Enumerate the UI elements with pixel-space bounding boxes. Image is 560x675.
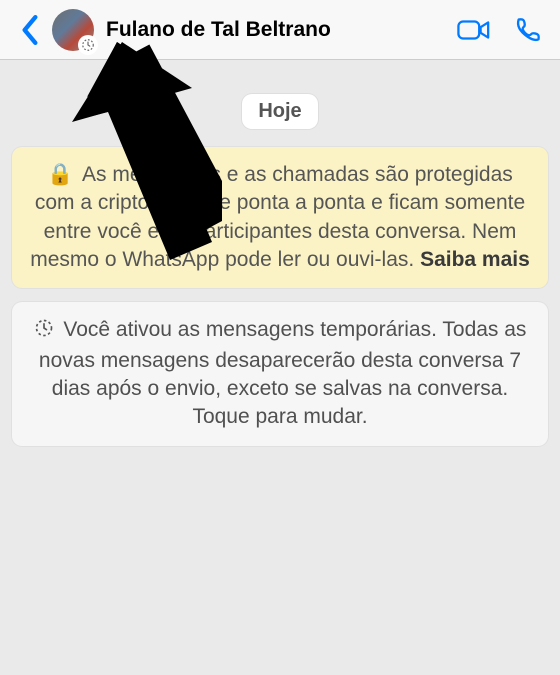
voice-call-button[interactable]	[510, 12, 546, 48]
encryption-notice-card[interactable]: 🔒 As mensagens e as chamadas são protegi…	[12, 147, 548, 288]
video-icon	[457, 18, 491, 42]
lock-icon: 🔒	[47, 163, 73, 186]
disappearing-notice-text: Você ativou as mensagens temporárias. To…	[39, 318, 527, 428]
disappearing-notice-card[interactable]: Você ativou as mensagens temporárias. To…	[12, 302, 548, 445]
timer-icon	[34, 318, 54, 346]
chat-header: Fulano de Tal Beltrano	[0, 0, 560, 60]
chat-area: Hoje 🔒 As mensagens e as chamadas são pr…	[0, 60, 560, 675]
header-actions	[456, 12, 550, 48]
encryption-learn-more[interactable]: Saiba mais	[420, 248, 530, 271]
chevron-left-icon	[20, 15, 40, 45]
contact-name[interactable]: Fulano de Tal Beltrano	[106, 18, 456, 42]
back-button[interactable]	[10, 8, 50, 52]
disappearing-badge-icon	[78, 35, 98, 55]
date-divider: Hoje	[12, 94, 548, 129]
date-chip: Hoje	[242, 94, 317, 129]
phone-icon	[514, 16, 542, 44]
contact-avatar[interactable]	[52, 9, 94, 51]
video-call-button[interactable]	[456, 12, 492, 48]
